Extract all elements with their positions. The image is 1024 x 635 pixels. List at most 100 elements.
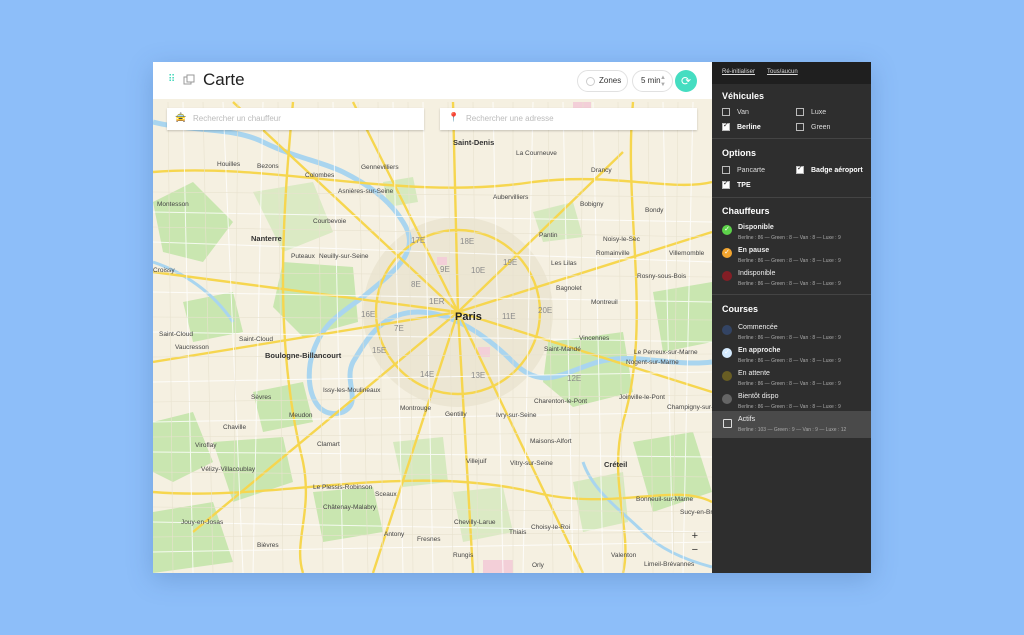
map-label: Sucy-en-Brie — [680, 509, 712, 516]
map-label: Le Plessis-Robinson — [313, 484, 373, 491]
map-label: Charenton-le-Pont — [534, 398, 587, 405]
driver-search-input[interactable]: 🚖 Rechercher un chauffeur — [167, 108, 424, 130]
map-label: Viroflay — [195, 442, 217, 449]
map-label: Sèvres — [251, 394, 272, 401]
checkbox-icon — [796, 164, 804, 174]
map-label: 14E — [420, 370, 434, 379]
status-dot-icon: ✓ — [722, 248, 732, 258]
status-label: Disponible — [738, 224, 774, 231]
status-counts: Berline : 86 — Green : 8 — Van : 8 — Lux… — [738, 381, 841, 387]
vehicule-berline-checkbox[interactable]: Berline — [722, 121, 761, 131]
map-label: 19E — [503, 258, 517, 267]
map-label: Thiais — [509, 529, 527, 536]
reset-link[interactable]: Ré-initialiser — [722, 69, 755, 75]
map-label: Chevilly-Larue — [454, 519, 496, 526]
status-counts: Berline : 86 — Green : 8 — Van : 8 — Lux… — [738, 358, 841, 364]
option-pancarte-checkbox[interactable]: Pancarte — [722, 166, 765, 174]
status-dot-icon — [722, 325, 732, 335]
map-label: 7E — [394, 324, 404, 333]
option-tpe-label: TPE — [737, 181, 751, 189]
vehicule-van-checkbox[interactable]: Van — [722, 108, 749, 116]
map-label: Le Perreux-sur-Marne — [634, 349, 698, 356]
status-counts: Berline : 103 — Green : 9 — Van : 9 — Lu… — [738, 427, 847, 433]
map-label: Joinville-le-Pont — [619, 394, 665, 401]
map-label: Rungis — [453, 552, 474, 559]
vehicule-luxe-checkbox[interactable]: Luxe — [796, 108, 826, 116]
map-label: Houilles — [217, 161, 241, 168]
map-label: Neuilly-sur-Seine — [319, 253, 369, 260]
status-counts: Berline : 86 — Green : 8 — Van : 8 — Lux… — [738, 258, 841, 264]
map-label: Villemomble — [669, 250, 705, 257]
map-label: 17E — [411, 236, 425, 245]
map-label: Saint-Cloud — [159, 331, 193, 338]
checkbox-icon — [723, 419, 732, 428]
app-window: Saint-Denis La Courneuve Drancy Gennevillie… — [153, 62, 871, 573]
car-icon: 🚖 — [175, 112, 187, 122]
map-label: Rosny-sous-Bois — [637, 273, 687, 280]
map-label: Maisons-Alfort — [530, 438, 572, 445]
vehicule-green-checkbox[interactable]: Green — [796, 123, 830, 131]
map-canvas[interactable]: Saint-Denis La Courneuve Drancy Gennevillie… — [153, 62, 712, 573]
courses-section: Courses Commencée Berline : 86 — Green : … — [712, 295, 871, 455]
checkbox-icon — [722, 121, 730, 131]
status-label: Bientôt dispo — [738, 393, 779, 400]
map-label: Pantin — [539, 232, 558, 239]
map-label: Boulogne-Billancourt — [265, 351, 342, 360]
map-label: La Courneuve — [516, 150, 557, 157]
option-tpe-checkbox[interactable]: TPE — [722, 179, 751, 189]
map-label: Montrouge — [400, 405, 431, 412]
map-label: Puteaux — [291, 253, 316, 260]
map-label: Nanterre — [251, 234, 282, 243]
options-section: Options Pancarte Badge aéroport TPE — [712, 139, 871, 198]
apps-grid-icon[interactable]: ⠿ — [168, 75, 176, 85]
map-label: Bonneuil-sur-Marne — [636, 496, 693, 503]
map-label: Vincennes — [579, 335, 610, 342]
status-counts: Berline : 86 — Green : 8 — Van : 8 — Lux… — [738, 281, 841, 287]
status-dot-icon — [722, 371, 732, 381]
map-label: Champigny-sur-Marne — [667, 404, 712, 411]
status-counts: Berline : 86 — Green : 8 — Van : 8 — Lux… — [738, 235, 841, 241]
map-label: Gennevilliers — [361, 164, 399, 171]
map-label: Antony — [384, 531, 405, 538]
map-label: Clamart — [317, 441, 340, 448]
map-label: Saint-Mandé — [544, 346, 581, 353]
stepper-arrows-icon: ▲ ▼ — [660, 75, 666, 88]
map-panel: Saint-Denis La Courneuve Drancy Gennevillie… — [153, 62, 712, 573]
refresh-interval-select[interactable]: 5 min ▲ ▼ — [632, 70, 673, 92]
refresh-icon: ⟳ — [680, 74, 692, 88]
map-label: Bobigny — [580, 201, 604, 208]
map-label: Noisy-le-Sec — [603, 236, 641, 243]
zoom-in-button[interactable]: + — [692, 529, 698, 543]
map-label: Colombes — [305, 172, 335, 179]
layers-icon[interactable] — [183, 74, 195, 86]
map-label: Gentilly — [445, 411, 467, 418]
zoom-out-button[interactable]: − — [692, 543, 698, 557]
status-counts: Berline : 86 — Green : 8 — Van : 8 — Lux… — [738, 335, 841, 341]
map-label: Créteil — [604, 460, 627, 469]
map-label: Meudon — [289, 412, 313, 419]
status-dot-icon — [722, 394, 732, 404]
map-label: Drancy — [591, 167, 612, 174]
map-label: Vélizy-Villacoublay — [201, 466, 256, 473]
map-label: Paris — [455, 311, 482, 323]
map-label: 15E — [372, 346, 386, 355]
vehicules-section: Véhicules Van Luxe Berline Green — [712, 84, 871, 139]
address-search-input[interactable]: 📍 Rechercher une adresse — [440, 108, 697, 130]
option-badge-checkbox[interactable]: Badge aéroport — [796, 164, 863, 174]
map-label: Nogent-sur-Marne — [626, 359, 679, 366]
checkbox-icon — [722, 108, 730, 116]
status-label: Actifs — [738, 416, 756, 423]
map-label: 13E — [471, 371, 485, 380]
refresh-interval-value: 5 min — [641, 76, 661, 85]
map-label: Aubervilliers — [493, 194, 529, 201]
status-counts: Berline : 86 — Green : 8 — Van : 8 — Lux… — [738, 404, 841, 410]
map-label: Bagnolet — [556, 285, 582, 292]
status-label: Indisponible — [738, 270, 776, 277]
options-title: Options — [722, 148, 756, 158]
refresh-button[interactable]: ⟳ — [675, 70, 697, 92]
status-label: En attente — [738, 370, 770, 377]
zones-toggle[interactable]: Zones — [577, 70, 628, 92]
actifs-row-highlight — [712, 411, 871, 438]
checkbox-icon — [722, 179, 730, 189]
all-none-link[interactable]: Tous/aucun — [767, 69, 798, 75]
